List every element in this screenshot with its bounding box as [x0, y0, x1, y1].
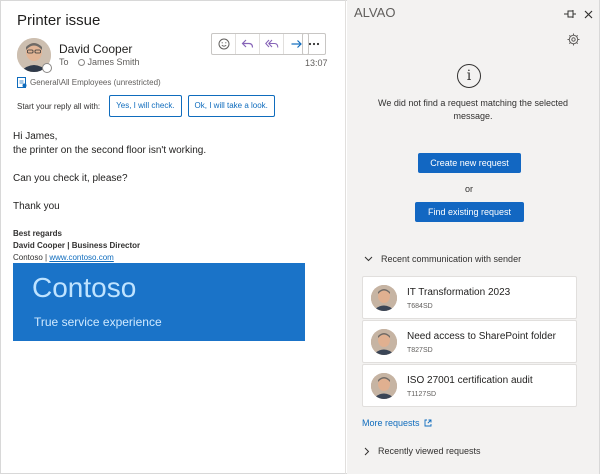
banner-subtitle: True service experience — [34, 315, 162, 329]
smiley-icon — [218, 38, 229, 50]
more-requests-link[interactable]: More requests — [362, 418, 432, 428]
reply-all-icon — [264, 39, 278, 48]
presence-indicator — [42, 63, 52, 73]
pin-button[interactable] — [563, 6, 577, 24]
create-new-request-button[interactable]: Create new request — [418, 153, 521, 173]
settings-button[interactable] — [567, 33, 580, 51]
request-card[interactable]: Need access to SharePoint folder T827SD — [362, 320, 577, 363]
to-label: To — [59, 57, 69, 67]
addin-title: ALVAO — [354, 5, 396, 20]
more-requests-label: More requests — [362, 418, 420, 428]
sensitivity-text: General\All Employees (unrestricted) — [30, 78, 161, 87]
suggested-reply-yes[interactable]: Yes, I will check. — [109, 95, 182, 117]
no-match-message: We did not find a request matching the s… — [378, 98, 568, 121]
recently-viewed-label: Recently viewed requests — [378, 446, 481, 456]
signature-name-title: David Cooper | Business Director — [13, 241, 141, 250]
request-title: IT Transformation 2023 — [407, 287, 511, 298]
email-reading-pane: Printer issue David Cooper To James Smit… — [0, 0, 346, 474]
reply-button[interactable] — [236, 34, 260, 54]
request-id: T1127SD — [407, 391, 437, 398]
sensitivity-icon — [17, 77, 27, 88]
email-time: 13:07 — [305, 58, 328, 68]
find-existing-request-button[interactable]: Find existing request — [415, 202, 524, 222]
body-line: Can you check it, please? — [13, 173, 128, 184]
email-signature: Best regards David Cooper | Business Dir… — [13, 228, 140, 264]
or-separator: or — [464, 184, 473, 194]
recipient-presence-icon — [77, 58, 85, 66]
request-id: T684SD — [407, 303, 433, 310]
body-line: the printer on the second floor isn't wo… — [13, 145, 207, 156]
ellipsis-icon — [308, 42, 320, 46]
info-icon: i — [457, 64, 481, 88]
chevron-right-icon — [364, 447, 370, 455]
external-link-icon — [424, 419, 431, 427]
pin-icon — [564, 10, 576, 18]
message-actions — [211, 33, 309, 55]
sender-name[interactable]: David Cooper — [59, 42, 132, 56]
request-card[interactable]: ISO 27001 certification audit T1127SD — [362, 364, 577, 407]
request-id: T827SD — [407, 347, 433, 354]
emoji-reaction-button[interactable] — [212, 34, 236, 54]
email-body: Hi James, the printer on the second floo… — [13, 130, 206, 214]
email-subject: Printer issue — [17, 12, 101, 29]
suggested-reply-ok[interactable]: Ok, I will take a look. — [187, 95, 275, 117]
suggested-replies-label: Start your reply all with: — [17, 101, 101, 111]
alvao-addin-pane: ALVAO i We did not find a request matchi… — [347, 0, 599, 474]
recently-viewed-toggle[interactable]: Recently viewed requests — [364, 446, 481, 456]
signature-website-link[interactable]: www.contoso.com — [49, 253, 113, 262]
gear-icon — [567, 33, 580, 46]
signature-greeting: Best regards — [13, 229, 62, 238]
close-button[interactable] — [584, 6, 593, 24]
close-icon — [584, 10, 593, 19]
recipient-name[interactable]: James Smith — [88, 57, 140, 67]
recent-communication-label: Recent communication with sender — [381, 254, 522, 264]
reply-all-button[interactable] — [260, 34, 284, 54]
body-line: Thank you — [13, 201, 60, 212]
chevron-down-icon — [364, 256, 373, 262]
more-actions-button[interactable] — [302, 33, 326, 55]
requester-avatar — [371, 373, 397, 399]
request-title: Need access to SharePoint folder — [407, 331, 556, 342]
requester-avatar — [371, 285, 397, 311]
reply-icon — [241, 39, 254, 48]
signature-company: Contoso | — [13, 253, 48, 262]
banner-title: Contoso — [32, 272, 137, 303]
request-title: ISO 27001 certification audit — [407, 375, 533, 386]
requester-avatar — [371, 329, 397, 355]
body-line: Hi James, — [13, 131, 58, 142]
suggested-replies: Start your reply all with: Yes, I will c… — [17, 95, 275, 117]
sensitivity-label[interactable]: General\All Employees (unrestricted) — [17, 77, 161, 88]
forward-icon — [291, 40, 302, 48]
contoso-banner: Contoso True service experience — [13, 263, 305, 341]
recent-communication-toggle[interactable]: Recent communication with sender — [364, 254, 521, 264]
recipients-row: To James Smith — [59, 57, 140, 67]
request-card[interactable]: IT Transformation 2023 T684SD — [362, 276, 577, 319]
